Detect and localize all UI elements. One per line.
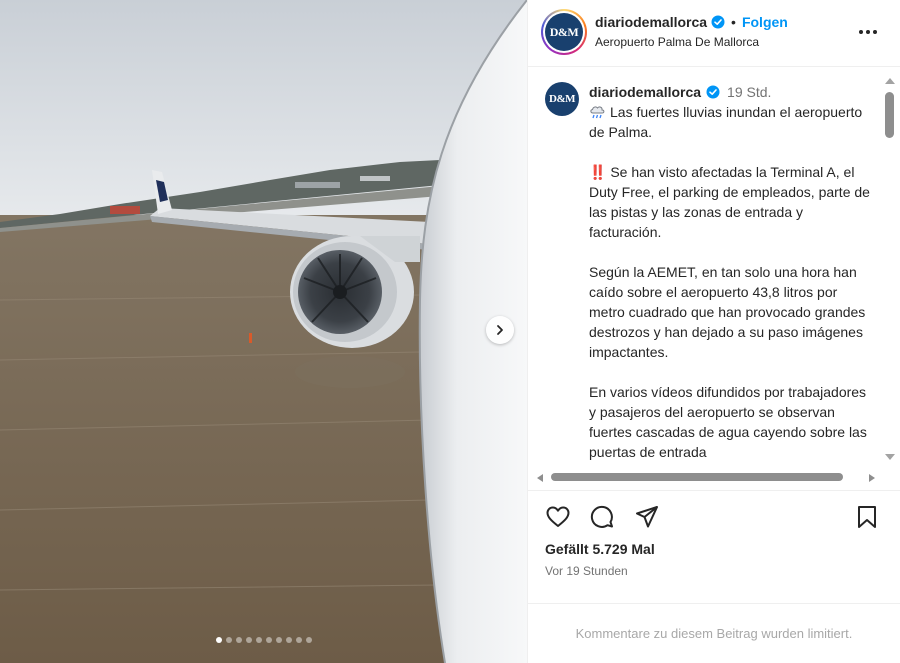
carousel-dot bbox=[305, 637, 312, 643]
avatar[interactable]: D&M bbox=[541, 9, 587, 55]
horizontal-scrollbar[interactable] bbox=[535, 471, 877, 485]
like-count[interactable]: Gefällt 5.729 Mal bbox=[545, 541, 655, 557]
carousel-dot bbox=[235, 637, 242, 643]
location-link[interactable]: Aeropuerto Palma De Mallorca bbox=[595, 35, 759, 49]
vertical-scrollbar[interactable] bbox=[883, 76, 897, 462]
caption-timestamp: 19 Std. bbox=[727, 84, 772, 100]
comments-limited-notice: Kommentare zu diesem Beitrag wurden limi… bbox=[528, 603, 900, 663]
carousel-dot bbox=[275, 637, 282, 643]
comment-icon[interactable] bbox=[589, 504, 615, 530]
header-user-line: diariodemallorca • Folgen bbox=[595, 14, 788, 30]
caption-paragraph-3: Según la AEMET, en tan solo una hora han… bbox=[589, 264, 866, 360]
post-media[interactable] bbox=[0, 0, 527, 663]
carousel-indicator bbox=[0, 637, 527, 643]
horizontal-scroll-thumb[interactable] bbox=[551, 473, 843, 481]
heart-icon[interactable] bbox=[545, 504, 571, 530]
more-options-button[interactable] bbox=[856, 24, 880, 40]
carousel-dot bbox=[215, 637, 222, 643]
post-actions: Gefällt 5.729 Mal Vor 19 Stunden bbox=[528, 490, 900, 600]
avatar-logo: D&M bbox=[545, 13, 583, 51]
scroll-thumb[interactable] bbox=[885, 92, 894, 138]
header-separator: • bbox=[731, 14, 736, 30]
verified-badge-icon bbox=[706, 85, 720, 99]
flooded-runway-photo bbox=[0, 0, 527, 663]
scroll-left-arrow[interactable] bbox=[537, 474, 543, 482]
caption-username[interactable]: diariodemallorca bbox=[589, 82, 701, 102]
scroll-up-arrow[interactable] bbox=[885, 78, 895, 84]
scroll-right-arrow[interactable] bbox=[869, 474, 875, 482]
more-horizontal-icon bbox=[859, 30, 863, 34]
carousel-next-button[interactable] bbox=[486, 316, 514, 344]
post-header: D&M diariodemallorca • Folgen Aeropuerto… bbox=[528, 0, 900, 67]
carousel-dot bbox=[295, 637, 302, 643]
post-sidebar: D&M diariodemallorca • Folgen Aeropuerto… bbox=[527, 0, 900, 663]
carousel-dot bbox=[265, 637, 272, 643]
bookmark-icon[interactable] bbox=[854, 504, 880, 530]
caption-avatar[interactable]: D&M bbox=[545, 82, 579, 116]
verified-badge-icon bbox=[711, 15, 725, 29]
carousel-dot bbox=[285, 637, 292, 643]
caption-scroll-area[interactable]: D&M diariodemallorca 19 Std. Las fuertes… bbox=[528, 68, 900, 472]
chevron-right-icon bbox=[497, 325, 503, 335]
caption-paragraph-1: Las fuertes lluvias inundan el aeropuert… bbox=[589, 104, 863, 140]
caption-paragraph-2: ‼️ Se han visto afectadas la Terminal A,… bbox=[589, 164, 870, 240]
scroll-down-arrow[interactable] bbox=[885, 454, 895, 460]
carousel-dot bbox=[255, 637, 262, 643]
caption-paragraph-4: En varios vídeos difundidos por trabajad… bbox=[589, 384, 867, 460]
cloud-rain-icon bbox=[590, 106, 605, 119]
carousel-dot bbox=[225, 637, 232, 643]
caption-text: diariodemallorca 19 Std. Las fuertes llu… bbox=[589, 82, 871, 472]
follow-button[interactable]: Folgen bbox=[742, 14, 788, 30]
post-timestamp: Vor 19 Stunden bbox=[545, 564, 628, 578]
carousel-dot bbox=[245, 637, 252, 643]
send-icon[interactable] bbox=[634, 504, 660, 530]
header-username[interactable]: diariodemallorca bbox=[595, 14, 707, 30]
